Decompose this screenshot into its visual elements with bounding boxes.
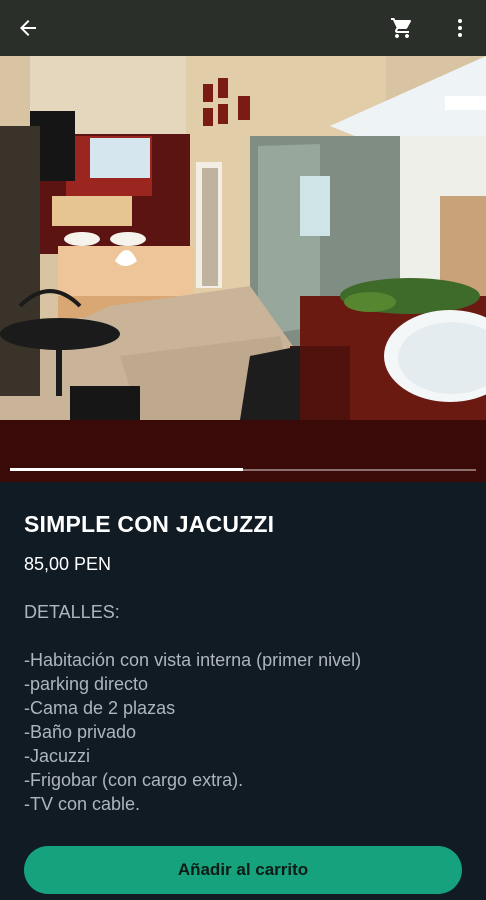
detail-line: -Cama de 2 plazas	[24, 698, 176, 718]
image-carousel-band	[0, 420, 486, 482]
detail-line: -TV con cable.	[24, 794, 141, 814]
shopping-cart-icon	[391, 18, 412, 38]
add-to-cart-button[interactable]: Añadir al carrito	[24, 846, 462, 894]
arrow-left-icon	[20, 20, 36, 36]
more-vertical-icon	[458, 19, 462, 37]
product-description: DETALLES: -Habitación con vista interna …	[24, 600, 464, 816]
more-options-button[interactable]	[442, 10, 478, 46]
room-photo-illustration	[0, 56, 486, 420]
detail-line: -Baño privado	[24, 722, 137, 742]
room-photo[interactable]	[0, 56, 486, 420]
product-price: 85,00 PEN	[24, 554, 112, 574]
details-heading: DETALLES:	[24, 602, 120, 622]
back-button[interactable]	[10, 10, 46, 46]
product-title: SIMPLE CON JACUZZI	[24, 511, 275, 537]
carousel-indicator-active	[10, 468, 243, 471]
app-bar	[0, 0, 486, 56]
detail-line: -Frigobar (con cargo extra).	[24, 770, 244, 790]
product-details-panel: SIMPLE CON JACUZZI 85,00 PEN DETALLES: -…	[0, 482, 486, 900]
detail-line: -parking directo	[24, 674, 149, 694]
cart-button[interactable]	[384, 10, 420, 46]
detail-line: -Jacuzzi	[24, 746, 91, 766]
detail-line: -Habitación con vista interna (primer ni…	[24, 650, 362, 670]
